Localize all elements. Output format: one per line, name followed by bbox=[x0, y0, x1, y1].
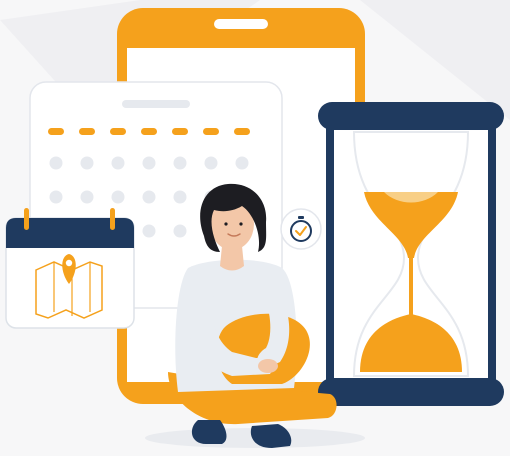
hands bbox=[258, 359, 278, 373]
hourglass-icon bbox=[318, 102, 504, 406]
clock-check-icon bbox=[280, 208, 322, 250]
illustration-svg bbox=[0, 0, 510, 456]
hourglass-sand-stream bbox=[409, 258, 413, 318]
calendar-map-icon bbox=[5, 208, 135, 329]
calendar-ring bbox=[110, 208, 115, 230]
hourglass-bottom-cap bbox=[318, 378, 504, 406]
left-shoe bbox=[191, 420, 227, 444]
calendar-ring bbox=[24, 208, 29, 230]
hourglass-top-cap bbox=[318, 102, 504, 130]
illustration-scene bbox=[0, 0, 510, 456]
phone-speaker bbox=[214, 19, 268, 29]
calendar-title-bar bbox=[122, 100, 190, 108]
